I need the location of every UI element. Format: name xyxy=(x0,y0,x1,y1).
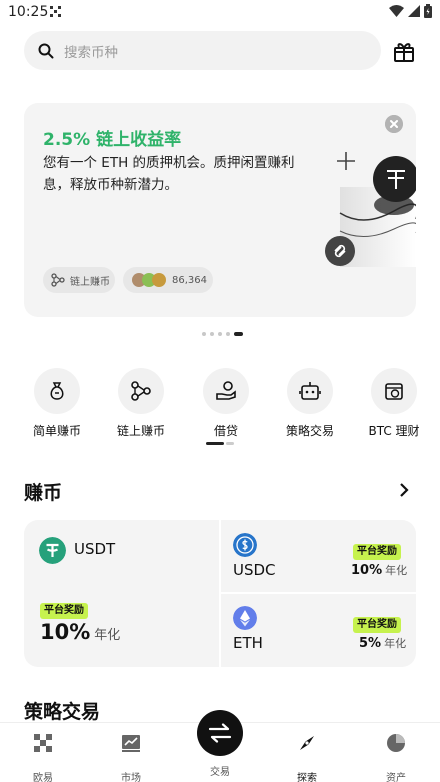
promo-title: 2.5% 链上收益率 xyxy=(43,130,182,150)
apr-rate: 10% 年化 xyxy=(40,620,120,644)
quick-action-loan[interactable]: 借贷 xyxy=(186,368,266,438)
robot-icon xyxy=(287,368,333,414)
strategy-section-title: 策略交易 xyxy=(24,701,101,723)
apr-unit: 年化 xyxy=(384,637,407,650)
quick-action-label: 链上赚币 xyxy=(116,424,165,438)
onchain-nodes-icon xyxy=(51,273,65,287)
apr-unit: 年化 xyxy=(385,564,408,577)
nav-label: 欧易 xyxy=(33,773,53,782)
quick-action-label: 借贷 xyxy=(213,424,238,438)
market-chart-icon xyxy=(122,735,140,752)
usdc-coin-icon xyxy=(233,533,257,557)
nav-item-explore[interactable]: 探索 xyxy=(277,733,337,782)
eth-coin-icon xyxy=(233,606,257,630)
quick-action-onchain-earn[interactable]: 链上赚币 xyxy=(101,368,181,438)
nav-item-assets[interactable]: 资产 xyxy=(366,733,426,782)
platform-reward-badge: 平台奖励 xyxy=(40,603,88,619)
pager-dot[interactable] xyxy=(202,332,206,336)
wifi-icon xyxy=(389,5,404,17)
quick-actions-scroll-indicator xyxy=(206,442,234,445)
status-icons xyxy=(389,4,432,18)
earn-product-usdc[interactable]: USDC 平台奖励 10% 年化 xyxy=(221,520,416,592)
quick-action-simple-earn[interactable]: 简单赚币 xyxy=(17,368,97,438)
earn-products-card: USDT 平台奖励 10% 年化 USDC 平台奖励 10% 年化 ETH 平台奖励… xyxy=(24,520,416,667)
nav-item-okx[interactable]: 欧易 xyxy=(13,733,73,782)
money-bag-icon xyxy=(34,368,80,414)
pager-dot[interactable] xyxy=(218,332,222,336)
compass-icon xyxy=(300,736,314,750)
earn-section-title: 赚币 xyxy=(24,482,63,504)
swap-arrows-icon xyxy=(208,723,232,743)
nav-item-trade[interactable] xyxy=(197,710,243,756)
participants-chip: 86,364 xyxy=(123,267,213,293)
nav-item-market[interactable]: 市场 xyxy=(101,733,161,782)
earn-product-eth[interactable]: ETH 平台奖励 5% 年化 xyxy=(221,594,416,667)
nav-label: 探索 xyxy=(297,773,317,782)
staking-illustration xyxy=(325,156,416,267)
okx-logo-icon xyxy=(34,734,52,752)
status-time: 10:25 xyxy=(8,4,49,20)
close-icon[interactable] xyxy=(385,115,403,133)
quick-action-label: 策略交易 xyxy=(285,424,334,438)
nav-label-trade: 交易 xyxy=(210,767,230,778)
coin-name: USDC xyxy=(233,561,276,579)
earn-product-usdt[interactable]: USDT 平台奖励 10% 年化 xyxy=(24,520,219,667)
promo-pager xyxy=(202,331,243,337)
coin-name: ETH xyxy=(233,634,263,652)
app-notification-icon xyxy=(50,6,61,17)
nav-label: 市场 xyxy=(121,773,141,782)
apr-unit: 年化 xyxy=(94,628,121,643)
nav-label: 资产 xyxy=(386,773,406,782)
promo-description: 您有一个 ETH 的质押机会。质押闲置赚利息，释放币种新潜力。 xyxy=(43,155,295,193)
platform-reward-badge: 平台奖励 xyxy=(353,617,401,633)
pager-dot[interactable] xyxy=(226,332,230,336)
apr-value: 10% xyxy=(40,620,91,644)
participant-avatars-icon xyxy=(132,273,166,287)
search-icon xyxy=(38,43,54,58)
apr-rate: 10% 年化 xyxy=(351,562,407,578)
apr-rate: 5% 年化 xyxy=(359,635,406,651)
status-bar: 10:25 xyxy=(0,0,440,26)
quick-action-label: BTC 理财 xyxy=(368,424,420,438)
loan-hand-coin-icon xyxy=(203,368,249,414)
btc-wallet-icon xyxy=(371,368,417,414)
quick-action-strategy-trading[interactable]: 策略交易 xyxy=(270,368,350,438)
quick-action-label: 简单赚币 xyxy=(32,424,81,438)
onchain-earn-chip[interactable]: 链上赚币 xyxy=(43,267,115,293)
battery-icon xyxy=(424,4,432,18)
coin-name: USDT xyxy=(74,540,116,558)
onchain-nodes-icon xyxy=(118,368,164,414)
usdt-coin-icon xyxy=(39,537,66,564)
onchain-earn-chip-label: 链上赚币 xyxy=(70,276,110,288)
gift-icon[interactable] xyxy=(393,40,415,62)
cellular-signal-icon xyxy=(408,5,420,17)
search-placeholder: 搜索币种 xyxy=(64,44,118,61)
apr-value: 10% xyxy=(351,563,383,578)
quick-action-btc-wealth[interactable]: BTC 理财 xyxy=(354,368,434,438)
pie-chart-icon xyxy=(387,734,405,752)
promo-card[interactable]: 2.5% 链上收益率 您有一个 ETH 的质押机会。质押闲置赚利息，释放币种新潜… xyxy=(24,103,416,317)
pager-dot-active[interactable] xyxy=(234,332,243,336)
pager-dot[interactable] xyxy=(210,332,214,336)
search-bar[interactable]: 搜索币种 xyxy=(24,31,381,70)
participants-count: 86,364 xyxy=(172,274,207,286)
apr-value: 5% xyxy=(359,636,382,651)
platform-reward-badge: 平台奖励 xyxy=(353,544,401,560)
chevron-right-icon[interactable] xyxy=(397,483,411,497)
